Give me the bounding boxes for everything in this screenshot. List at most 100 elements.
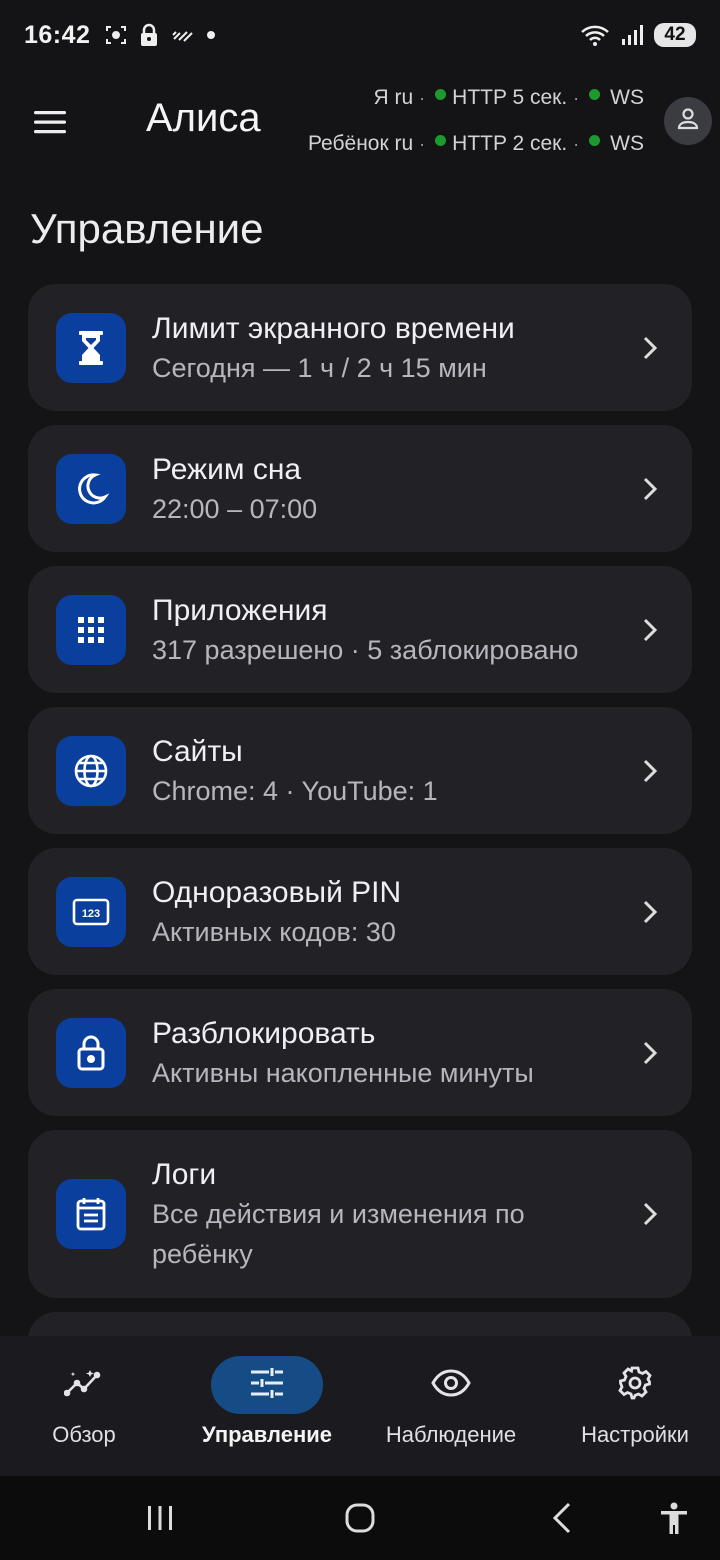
control-list: Лимит экранного времени Сегодня — 1 ч / … [28,284,692,1336]
bottom-navigation: Обзор Управление Наблюдение Настройки [0,1336,720,1476]
card-unlock[interactable]: Разблокировать Активны накопленные минут… [28,989,692,1116]
nav-label: Управление [201,1422,332,1447]
card-subtitle: Chrome: 4 · YouTube: 1 [152,776,438,806]
separator: · [419,87,426,108]
chevron-right-icon [638,756,662,786]
nav-pill [395,1356,507,1414]
card-subtitle: ребёнку [152,1239,253,1269]
battery-icon: 42 [654,23,696,47]
moon-icon [56,454,126,524]
card-title: Сайты [152,735,243,768]
connection-name: Ребёнок ru [307,132,414,155]
card-text: Режим сна 22:00 – 07:00 [152,451,622,529]
card-text: Одноразовый PIN Активных кодов: 30 [152,874,622,952]
calendar-log-icon [56,1179,126,1249]
nav-item-management[interactable]: Управление [194,1336,340,1476]
signal-icon [620,23,644,47]
status-icons-left [104,23,216,47]
status-bar: 16:42 42 [0,0,720,70]
http-status-dot [435,134,447,146]
nav-item-overview[interactable]: Обзор [14,1336,154,1476]
app-title: Алиса [146,96,261,140]
card-one-time-pin[interactable]: 123 Одноразовый PIN Активных кодов: 30 [28,848,692,975]
http-interval: HTTP 5 сек. [452,86,568,109]
separator: · [573,133,580,154]
card-subtitle: 317 разрешено · 5 заблокировано [152,635,579,665]
chevron-right-icon [638,474,662,504]
connection-row-child: Ребёнок ru · HTTP 2 сек. · WS [308,132,644,156]
connection-row-self: Я ru · HTTP 5 сек. · WS [373,86,644,110]
ws-label: WS [610,86,644,109]
separator: · [573,87,580,108]
chevron-right-icon [638,333,662,363]
ws-label: WS [610,132,644,155]
svg-text:123: 123 [82,908,100,920]
hamburger-menu-icon[interactable] [28,102,72,142]
card-text: Логи Все действия и изменения по ребёнку [152,1156,622,1274]
card-logs[interactable]: Логи Все действия и изменения по ребёнку [28,1130,692,1298]
card-text: Приложения 317 разрешено · 5 заблокирова… [152,592,622,670]
nav-item-settings[interactable]: Настройки [568,1336,702,1476]
card-partial[interactable] [28,1312,692,1336]
back-icon[interactable] [542,1498,582,1538]
section-title: Управление [30,205,264,252]
insights-icon [63,1367,104,1404]
card-title: Логи [152,1158,217,1191]
eye-icon [431,1368,471,1402]
card-text: Лимит экранного времени Сегодня — 1 ч / … [152,310,622,388]
ws-status-dot [589,134,601,146]
nav-pill-active [211,1356,323,1414]
card-text: Сайты Chrome: 4 · YouTube: 1 [152,733,622,811]
chevron-right-icon [638,897,662,927]
chevron-right-icon [638,615,662,645]
card-title: Приложения [152,594,328,627]
nav-label: Обзор [52,1422,116,1447]
card-subtitle: Активны накопленные минуты [152,1058,534,1088]
http-interval: HTTP 2 сек. [452,132,568,155]
separator: · [419,133,426,154]
chevron-right-icon [638,1038,662,1068]
dot-icon [206,30,216,40]
nav-pill [579,1356,691,1414]
nfc-icon [170,25,196,45]
card-title: Режим сна [152,453,302,486]
apps-grid-icon [56,595,126,665]
nav-item-monitoring[interactable]: Наблюдение [376,1336,526,1476]
status-time: 16:42 [24,20,91,49]
system-navigation-bar [0,1476,720,1560]
lock-icon [138,23,160,47]
screenshot-icon [104,23,128,47]
card-sleep-mode[interactable]: Режим сна 22:00 – 07:00 [28,425,692,552]
card-text: Разблокировать Активны накопленные минут… [152,1015,622,1093]
hourglass-icon [56,313,126,383]
chevron-right-icon [638,1199,662,1229]
card-apps[interactable]: Приложения 317 разрешено · 5 заблокирова… [28,566,692,693]
nav-label: Настройки [581,1422,689,1447]
card-subtitle: Все действия и изменения по [152,1199,525,1229]
card-title: Лимит экранного времени [152,312,515,345]
card-screen-time-limit[interactable]: Лимит экранного времени Сегодня — 1 ч / … [28,284,692,411]
connection-name: Я ru [373,86,414,109]
wifi-icon [580,23,610,47]
card-title: Одноразовый PIN [152,876,402,909]
accessibility-icon[interactable] [654,1498,694,1538]
tune-sliders-icon [249,1367,285,1404]
card-subtitle: Сегодня — 1 ч / 2 ч 15 мин [152,353,487,383]
card-title: Разблокировать [152,1017,376,1050]
pin-123-icon: 123 [56,877,126,947]
home-icon[interactable] [340,1498,380,1538]
nav-label: Наблюдение [385,1422,517,1447]
avatar[interactable] [664,97,712,145]
nav-pill [28,1356,140,1414]
card-subtitle: Активных кодов: 30 [152,917,396,947]
gear-icon [617,1365,653,1406]
app-bar: Алиса Я ru · HTTP 5 сек. · WS Ребёнок ru… [0,70,720,180]
person-icon [675,106,701,137]
ws-status-dot [589,88,601,100]
http-status-dot [435,88,447,100]
lock-icon [56,1018,126,1088]
card-sites[interactable]: Сайты Chrome: 4 · YouTube: 1 [28,707,692,834]
globe-icon [56,736,126,806]
recent-apps-icon[interactable] [140,1498,180,1538]
status-icons-right: 42 [580,23,696,47]
